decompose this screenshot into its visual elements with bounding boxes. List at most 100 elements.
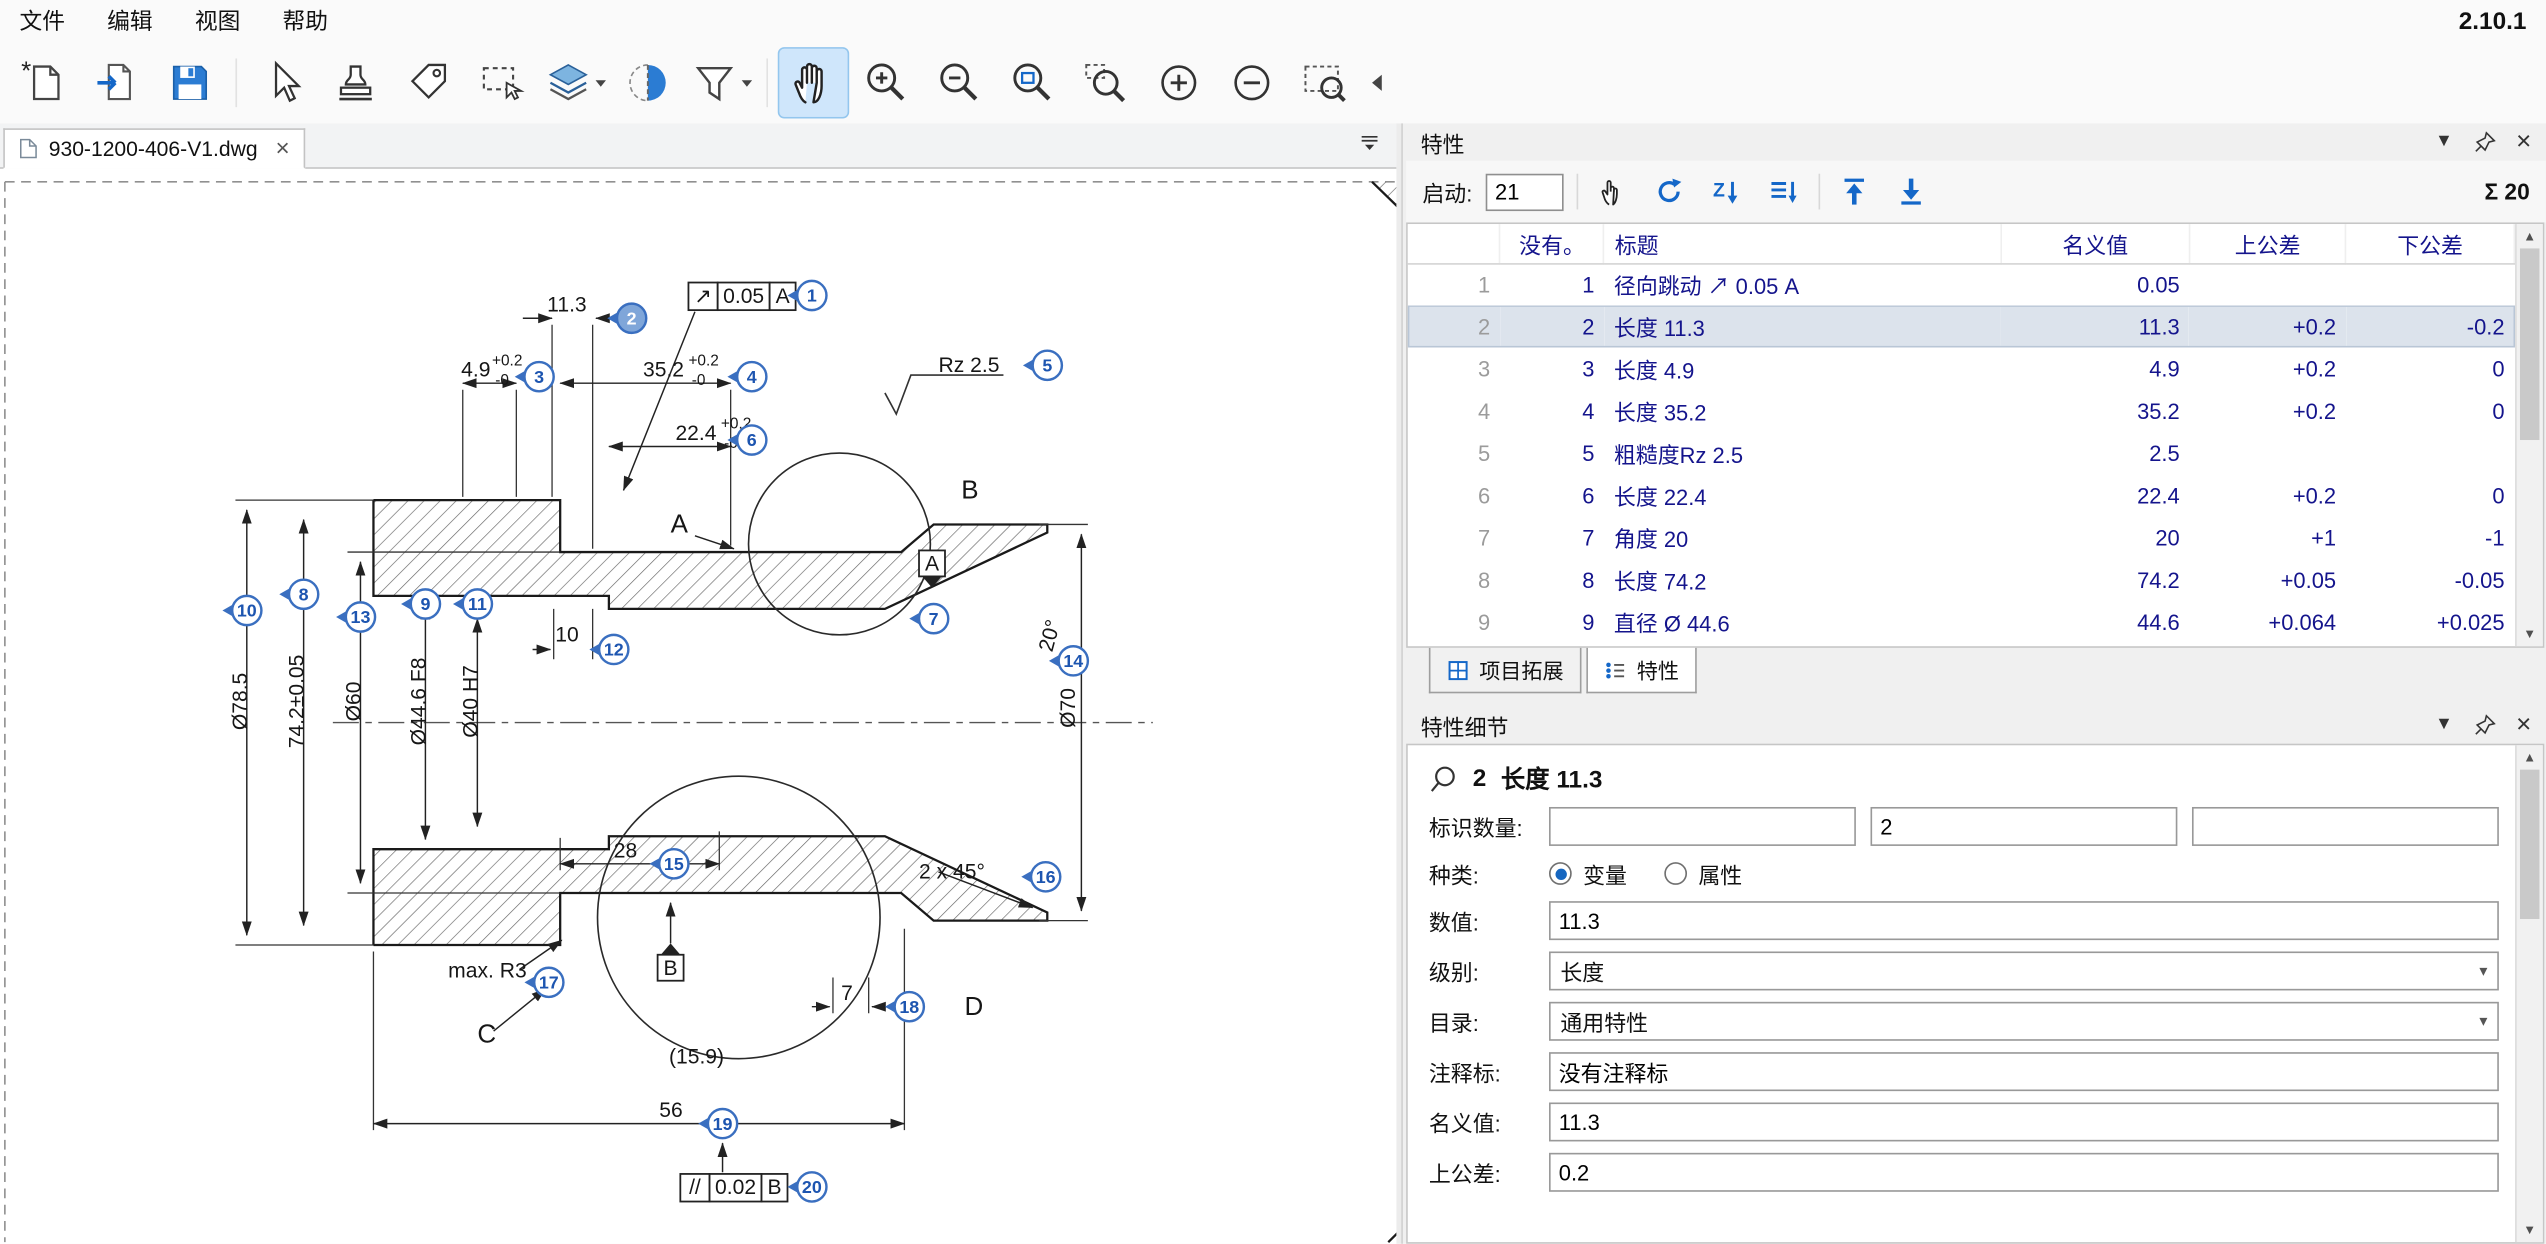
characteristic-row[interactable]: 66长度 22.422.4+0.20: [1408, 474, 2515, 516]
stamp-tool-button[interactable]: [321, 49, 389, 117]
toolbar-collapse-chevron[interactable]: [1364, 49, 1390, 117]
balloon-4[interactable]: 4: [727, 362, 766, 391]
sequence-button[interactable]: [1761, 171, 1805, 212]
characteristic-row[interactable]: 22长度 11.311.3+0.2-0.2: [1408, 305, 2515, 347]
svg-text:15: 15: [664, 854, 684, 874]
sort-button[interactable]: Z: [1705, 171, 1749, 212]
tab-characteristics[interactable]: 特性: [1586, 648, 1696, 693]
table-scrollbar[interactable]: ▲ ▼: [2515, 224, 2543, 646]
svg-text:A: A: [776, 285, 791, 308]
zoom-extents-button[interactable]: [999, 49, 1067, 117]
characteristic-row[interactable]: 88长度 74.274.2+0.05-0.05: [1408, 559, 2515, 601]
scrollbar-thumb[interactable]: [2520, 770, 2539, 919]
balloon-13[interactable]: 13: [336, 602, 375, 631]
pan-tool-button[interactable]: [779, 49, 847, 117]
column-header-no[interactable]: 没有。: [1500, 224, 1604, 263]
column-header-lower[interactable]: 下公差: [2346, 224, 2514, 263]
details-scrollbar[interactable]: ▲ ▼: [2515, 745, 2543, 1242]
move-top-button[interactable]: [1833, 171, 1877, 212]
document-switcher-icon[interactable]: [1360, 132, 1394, 161]
drawing-canvas[interactable]: 11.34.9+0.2-035.2+0.2-0Rz 2.522.4+0.2-0B…: [0, 169, 1397, 1244]
characteristic-row[interactable]: 44长度 35.235.2+0.20: [1408, 390, 2515, 432]
menu-view[interactable]: 视图: [195, 5, 240, 37]
characteristic-row[interactable]: 55粗糙度Rz 2.52.5: [1408, 432, 2515, 474]
characteristic-row[interactable]: 11径向跳动 ↗ 0.05 A0.05: [1408, 263, 2515, 305]
tab-label: 特性: [1637, 654, 1679, 685]
select-cursor-button[interactable]: [248, 49, 316, 117]
scroll-down-icon[interactable]: ▼: [2517, 622, 2543, 646]
document-tab[interactable]: 930-1200-406-V1.dwg ×: [3, 128, 306, 169]
open-document-button[interactable]: [83, 49, 151, 117]
balloon-10[interactable]: 10: [222, 596, 261, 625]
id-quantity-input-1[interactable]: [1549, 807, 1856, 846]
zoom-window-button[interactable]: [1291, 49, 1359, 117]
column-header-nominal[interactable]: 名义值: [2001, 224, 2189, 263]
half-view-button[interactable]: [614, 49, 682, 117]
start-number-input[interactable]: [1485, 173, 1563, 210]
move-bottom-button[interactable]: [1890, 171, 1934, 212]
menu-help[interactable]: 帮助: [283, 5, 328, 37]
menu-file[interactable]: 文件: [19, 5, 64, 37]
dimension-text: -0: [495, 372, 509, 389]
details-panel-title: 特性细节: [1421, 709, 1509, 741]
pin-icon[interactable]: [2474, 714, 2495, 735]
column-header-title[interactable]: 标题: [1604, 224, 2001, 263]
column-header-upper[interactable]: 上公差: [2189, 224, 2345, 263]
dropdown-caret-icon: [740, 76, 753, 89]
zoom-in-button[interactable]: [852, 49, 920, 117]
scroll-down-icon[interactable]: ▼: [2517, 1218, 2543, 1242]
tab-project-extension[interactable]: 项目拓展: [1429, 648, 1582, 693]
balloon-2[interactable]: 2: [607, 304, 646, 333]
close-tab-icon[interactable]: ×: [275, 136, 289, 160]
save-button[interactable]: [156, 49, 224, 117]
characteristic-row[interactable]: 77角度 2020+1-1: [1408, 516, 2515, 558]
balloon-12[interactable]: 12: [589, 635, 628, 664]
decrease-button[interactable]: [1218, 49, 1286, 117]
note-label: 注释标:: [1429, 1055, 1549, 1087]
level-combobox[interactable]: 长度 ▾: [1549, 951, 2499, 990]
sort-z-icon: Z: [1710, 175, 1742, 207]
technical-drawing: 11.34.9+0.2-035.2+0.2-0Rz 2.522.4+0.2-0B…: [0, 169, 1397, 1244]
marquee-select-button[interactable]: [468, 49, 536, 117]
radio-attribute[interactable]: [1664, 862, 1687, 885]
menu-edit[interactable]: 编辑: [107, 5, 152, 37]
zoom-out-button[interactable]: [926, 49, 994, 117]
close-icon[interactable]: ×: [2516, 712, 2531, 738]
panel-chevron-down-icon[interactable]: ▼: [2435, 133, 2453, 151]
balloon-17[interactable]: 17: [524, 968, 563, 997]
layers-button[interactable]: [541, 49, 609, 117]
id-quantity-input-3[interactable]: [2192, 807, 2499, 846]
balloon-5[interactable]: 5: [1023, 351, 1062, 380]
scroll-up-icon[interactable]: ▲: [2517, 745, 2543, 769]
note-input[interactable]: [1549, 1052, 2499, 1091]
new-document-button[interactable]: *: [10, 49, 78, 117]
scrollbar-thumb[interactable]: [2520, 248, 2539, 440]
filter-button[interactable]: [687, 49, 755, 117]
balloon-8[interactable]: 8: [279, 580, 318, 609]
balloon-7[interactable]: 7: [909, 604, 948, 633]
characteristic-row[interactable]: 33长度 4.94.9+0.20: [1408, 347, 2515, 389]
balloon-18[interactable]: 18: [885, 992, 924, 1021]
catalog-combobox[interactable]: 通用特性 ▾: [1549, 1002, 2499, 1041]
balloon-16[interactable]: 16: [1021, 862, 1060, 891]
column-header-index[interactable]: [1408, 224, 1500, 263]
zoom-window-icon: [1301, 58, 1350, 107]
pin-icon[interactable]: [2474, 132, 2495, 153]
scroll-up-icon[interactable]: ▲: [2517, 224, 2543, 248]
renumber-button[interactable]: [1648, 171, 1692, 212]
upper-tolerance-input[interactable]: [1549, 1153, 2499, 1192]
value-input[interactable]: [1549, 901, 2499, 940]
radio-variable[interactable]: [1549, 862, 1572, 885]
zoom-region-button[interactable]: [1072, 49, 1140, 117]
id-quantity-input-2[interactable]: [1871, 807, 2178, 846]
main-toolbar: *: [0, 42, 2546, 123]
increase-button[interactable]: [1145, 49, 1213, 117]
nominal-input[interactable]: [1549, 1102, 2499, 1141]
pick-balloon-button[interactable]: [1591, 171, 1635, 212]
characteristic-row[interactable]: 99直径 Ø 44.644.6+0.064+0.025: [1408, 601, 2515, 643]
balloon-20[interactable]: 20: [787, 1172, 826, 1201]
tag-tool-button[interactable]: [395, 49, 463, 117]
balloon-19[interactable]: 19: [698, 1109, 737, 1138]
panel-chevron-down-icon[interactable]: ▼: [2435, 716, 2453, 734]
close-icon[interactable]: ×: [2516, 129, 2531, 155]
